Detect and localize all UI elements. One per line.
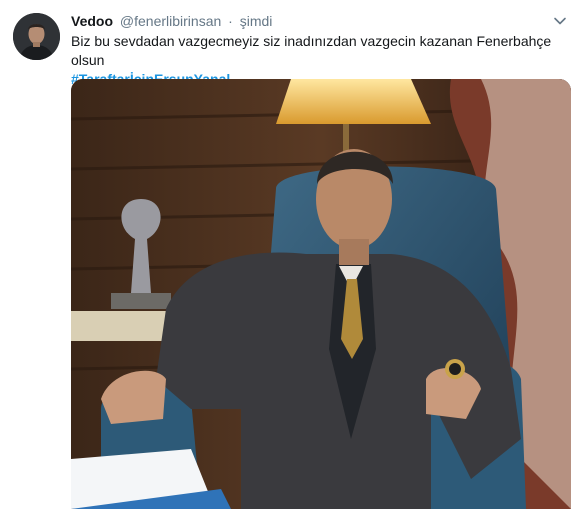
tweet-header: Vedoo @fenerlibirinsan · şimdi <box>71 12 272 30</box>
tweet-photo[interactable] <box>71 79 571 509</box>
chevron-down-icon[interactable] <box>553 14 567 28</box>
tweet: Vedoo @fenerlibirinsan · şimdi Biz bu se… <box>0 0 582 509</box>
separator-dot: · <box>228 13 233 29</box>
tweet-body: Biz bu sevdadan vazgecmeyiz siz inadınız… <box>71 33 552 68</box>
author-handle[interactable]: @fenerlibirinsan <box>120 13 221 29</box>
author-name[interactable]: Vedoo <box>71 13 113 29</box>
avatar[interactable] <box>13 13 60 60</box>
tweet-timestamp[interactable]: şimdi <box>240 13 273 29</box>
